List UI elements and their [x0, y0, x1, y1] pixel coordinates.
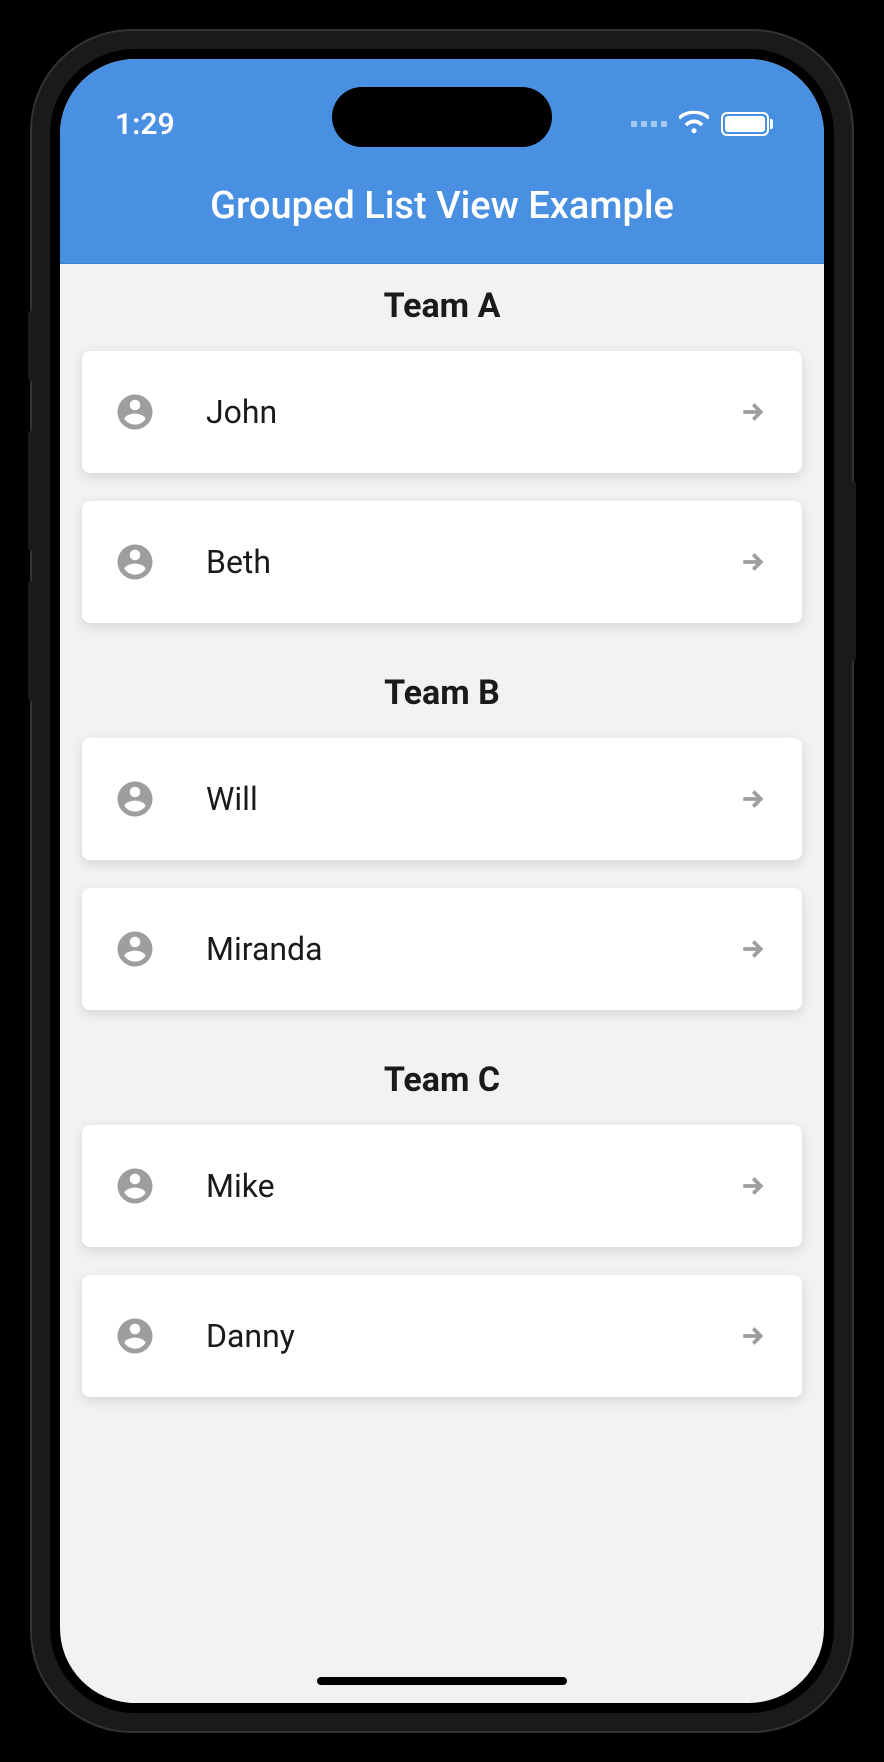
list-item[interactable]: Mike [82, 1125, 802, 1247]
cellular-dots-icon [631, 121, 667, 127]
chevron-right-icon [734, 781, 770, 817]
list-item[interactable]: Danny [82, 1275, 802, 1397]
chevron-right-icon [734, 1318, 770, 1354]
list-item[interactable]: John [82, 351, 802, 473]
battery-icon [721, 112, 769, 136]
device-side-button [28, 311, 34, 381]
chevron-right-icon [734, 1168, 770, 1204]
group-header: Team A [60, 264, 824, 351]
avatar-icon [114, 928, 156, 970]
app-header: Grouped List View Example [60, 169, 824, 264]
avatar-icon [114, 1165, 156, 1207]
device-inner: 1:29 Grouped List View Example Team AJoh [50, 49, 834, 1713]
chevron-right-icon [734, 931, 770, 967]
list-content[interactable]: Team A John Beth Team B Will Miranda Team C Mik… [60, 264, 824, 1397]
list-item-name: John [206, 393, 734, 431]
avatar-icon [114, 1315, 156, 1357]
list-item-name: Will [206, 780, 734, 818]
list-item-name: Mike [206, 1167, 734, 1205]
avatar-icon [114, 778, 156, 820]
screen: 1:29 Grouped List View Example Team AJoh [60, 59, 824, 1703]
list-item-name: Danny [206, 1317, 734, 1355]
list-item[interactable]: Will [82, 738, 802, 860]
avatar-icon [114, 541, 156, 583]
device-power-button [850, 481, 856, 661]
list-item-name: Beth [206, 543, 734, 581]
status-time: 1:29 [115, 107, 175, 142]
list-item[interactable]: Beth [82, 501, 802, 623]
list-item-name: Miranda [206, 930, 734, 968]
page-title: Grouped List View Example [60, 184, 824, 228]
group-header: Team C [60, 1038, 824, 1125]
home-indicator[interactable] [317, 1677, 567, 1685]
device-frame: 1:29 Grouped List View Example Team AJoh [32, 31, 852, 1731]
device-notch [332, 87, 552, 147]
wifi-icon [679, 110, 709, 138]
group-header: Team B [60, 651, 824, 738]
device-volume-up [28, 431, 34, 551]
chevron-right-icon [734, 394, 770, 430]
avatar-icon [114, 391, 156, 433]
chevron-right-icon [734, 544, 770, 580]
status-icons [631, 110, 769, 138]
list-item[interactable]: Miranda [82, 888, 802, 1010]
device-volume-down [28, 581, 34, 701]
